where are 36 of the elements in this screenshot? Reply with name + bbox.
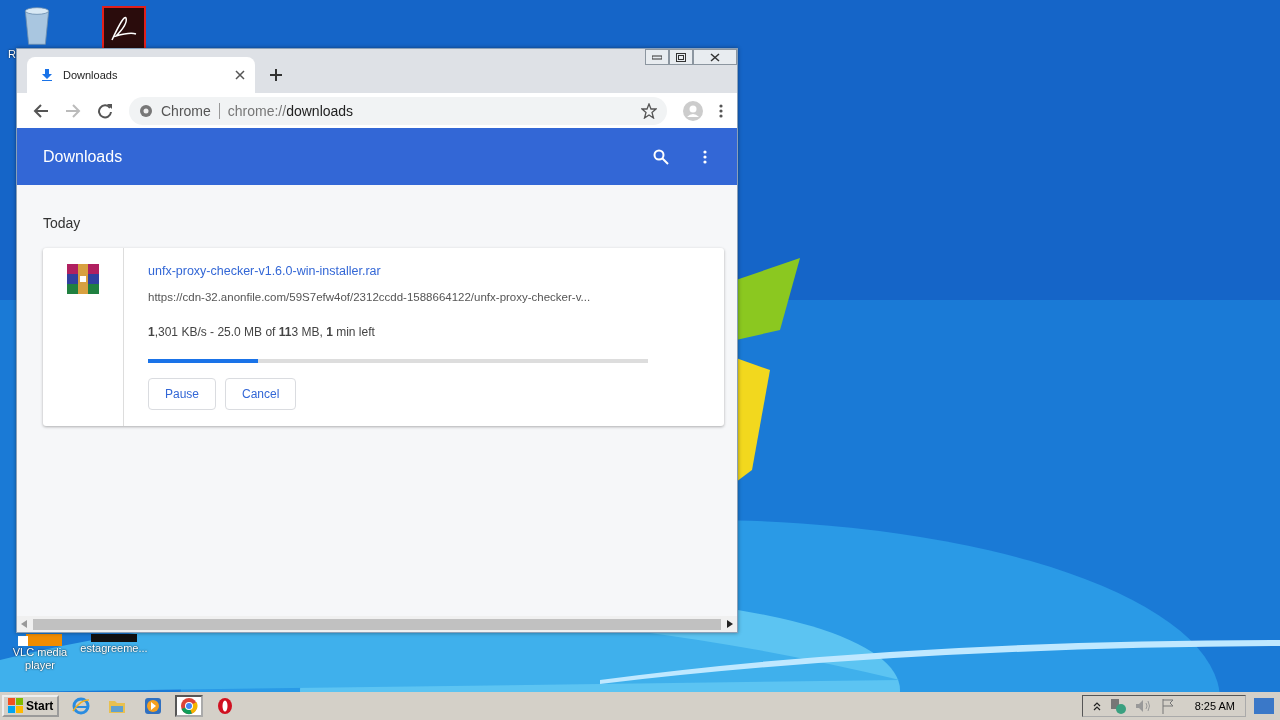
chrome-icon[interactable] xyxy=(175,695,204,717)
maximize-button[interactable] xyxy=(669,49,693,65)
start-button[interactable]: Start xyxy=(2,695,60,717)
address-bar[interactable]: Chrome chrome://downloads xyxy=(129,96,667,125)
menu-icon[interactable] xyxy=(719,103,723,118)
back-icon[interactable] xyxy=(33,102,49,119)
download-icon xyxy=(41,69,53,81)
site-info-icon xyxy=(139,103,153,118)
four-squares-logo-icon xyxy=(8,698,24,714)
close-icon[interactable] xyxy=(235,70,245,80)
new-tab-icon[interactable] xyxy=(269,68,283,82)
cancel-button[interactable]: Cancel xyxy=(225,378,297,410)
desktop-icon-label[interactable]: R xyxy=(8,48,16,61)
pause-button[interactable]: Pause xyxy=(148,378,217,410)
close-button[interactable] xyxy=(693,49,737,65)
network-icon[interactable] xyxy=(1108,698,1127,714)
reload-icon[interactable] xyxy=(97,102,113,119)
date-heading: Today xyxy=(43,215,82,231)
show-hidden-icons-icon[interactable] xyxy=(1092,701,1101,711)
page-title: Downloads xyxy=(43,147,124,166)
horizontal-scrollbar[interactable] xyxy=(33,618,721,630)
browser-tab[interactable]: Downloads xyxy=(27,57,255,93)
search-icon[interactable] xyxy=(653,148,669,165)
source-url: https://cdn-32.anonfile.com/59S7efw4of/2312ccdd-1588664122/unfx-proxy-checker-v... xyxy=(148,291,592,303)
archive-file-icon xyxy=(67,264,99,294)
scroll-right-icon[interactable] xyxy=(727,620,733,628)
bookmark-star-icon[interactable] xyxy=(641,102,657,119)
close-icon xyxy=(710,52,720,62)
minimize-icon xyxy=(652,54,662,60)
download-status: 1,301 KB/s - 25.0 MB of 113 MB, 1 min left xyxy=(148,325,376,339)
pdf-app-icon[interactable] xyxy=(102,6,146,50)
file-name-link[interactable]: unfx-proxy-checker-v1.6.0-win-installer.rar xyxy=(148,264,648,278)
desktop-icon-label[interactable]: VLC media player xyxy=(4,646,76,672)
menu-icon[interactable] xyxy=(703,149,707,164)
clock[interactable]: 8:25 AM xyxy=(1194,700,1235,712)
restore-icon xyxy=(676,52,686,62)
